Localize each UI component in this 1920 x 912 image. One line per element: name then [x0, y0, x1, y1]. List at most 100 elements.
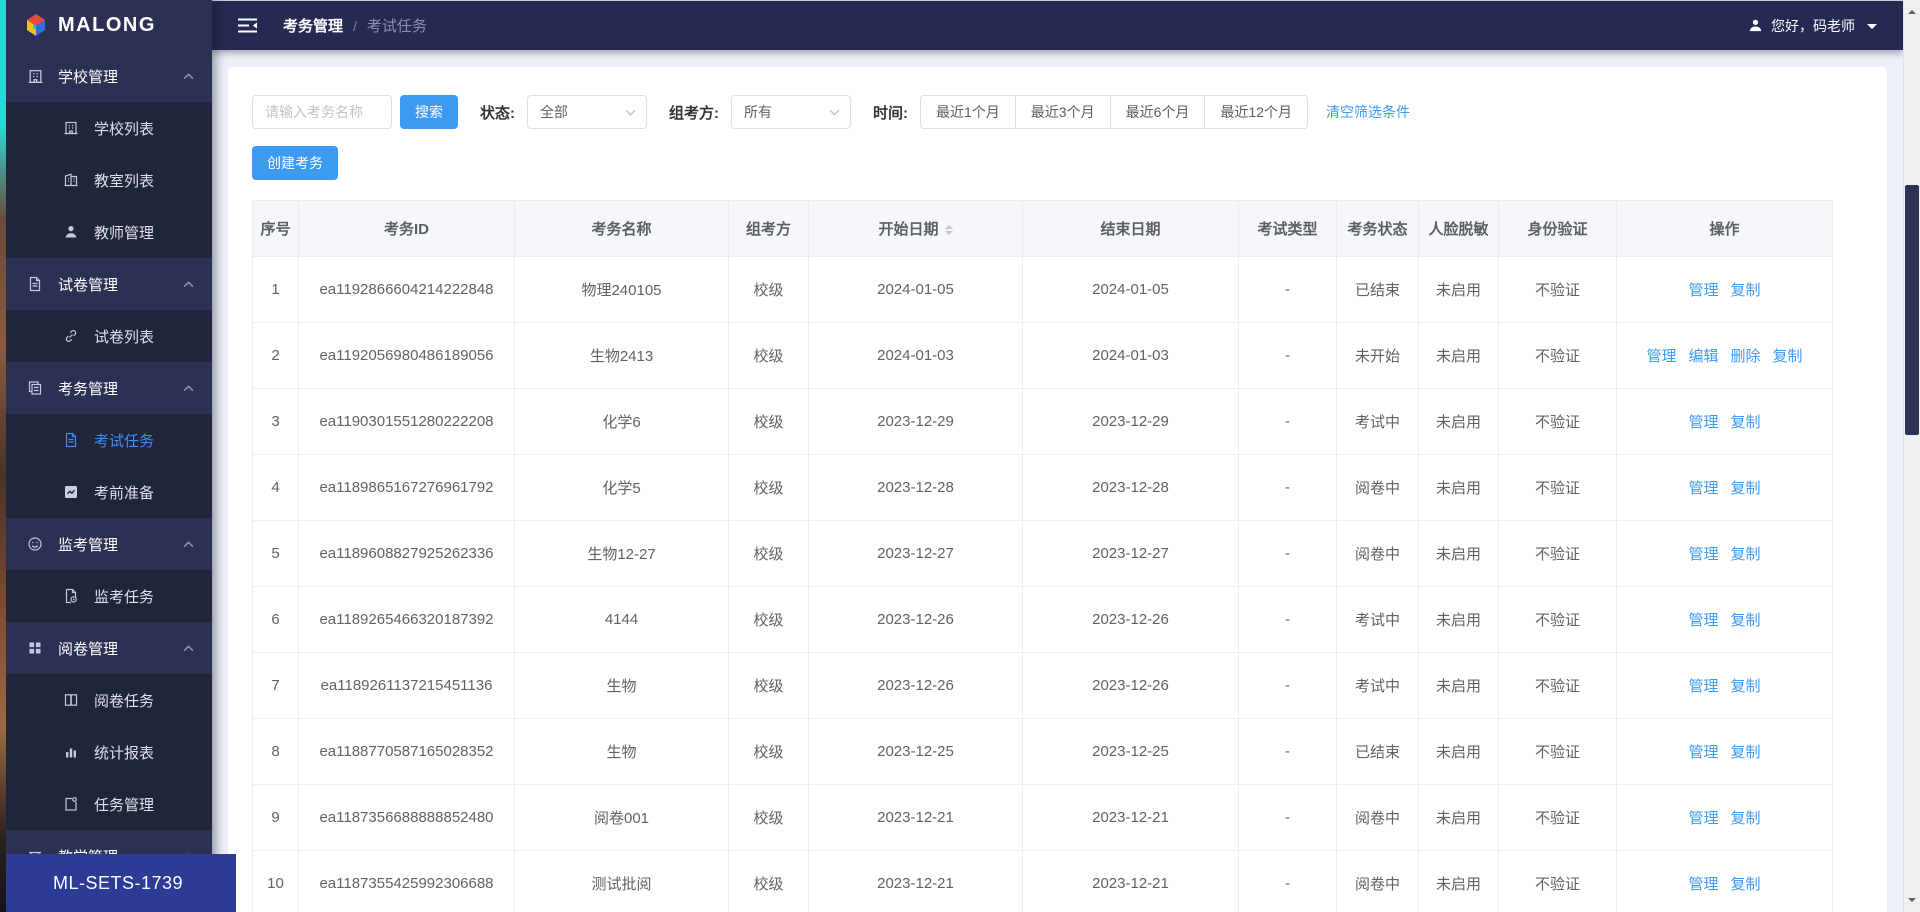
- column-header-exam-status: 考务状态: [1336, 200, 1419, 257]
- breadcrumb-section[interactable]: 考务管理: [283, 15, 343, 36]
- search-button[interactable]: 搜索: [400, 95, 458, 129]
- action-link[interactable]: 复制: [1731, 876, 1761, 893]
- action-link[interactable]: 管理: [1688, 876, 1718, 893]
- sidebar-item-paper-management[interactable]: 试卷管理: [0, 258, 212, 310]
- bar-chart-icon: [62, 743, 80, 761]
- cell-face-masking: 未启用: [1418, 520, 1499, 587]
- cell-actions: 管理 复制: [1616, 850, 1833, 912]
- cell-exam-type: -: [1238, 652, 1337, 719]
- cell-exam-name: 物理240105: [514, 256, 729, 323]
- user-menu[interactable]: 您好，码老师: [1748, 16, 1877, 36]
- sidebar-item-statistics-reports[interactable]: 统计报表: [0, 726, 212, 778]
- chevron-down-icon: [829, 109, 840, 116]
- column-header-identity-check: 身份验证: [1498, 200, 1617, 257]
- toolbar: 创建考务: [252, 146, 1863, 180]
- cell-exam-type: -: [1238, 520, 1337, 587]
- sidebar-item-label: 考试任务: [94, 432, 155, 450]
- cell-index: 9: [252, 784, 299, 851]
- sidebar-item-exam-preparation[interactable]: 考前准备: [0, 466, 212, 518]
- filter-bar: 搜索 状态: 全部 组考方: 所有 时间: 最近1个月 最近3个月 最近6个月 …: [252, 95, 1863, 129]
- action-link[interactable]: 编辑: [1688, 348, 1718, 365]
- action-link[interactable]: 复制: [1731, 810, 1761, 827]
- sidebar-item-label: 学校管理: [58, 68, 119, 86]
- table-row: 10 ea1187355425992306688 测试批阅 校级 2023-12…: [252, 850, 1833, 912]
- action-link[interactable]: 复制: [1731, 282, 1761, 299]
- cell-index: 4: [252, 454, 299, 521]
- column-header-exam-id: 考务ID: [298, 200, 515, 257]
- time-range-1month-button[interactable]: 最近1个月: [920, 95, 1016, 129]
- sidebar-item-school-management[interactable]: 学校管理: [0, 50, 212, 102]
- clipboard-icon: [62, 795, 80, 813]
- chevron-down-icon: [1867, 23, 1877, 34]
- cell-end-date: 2023-12-25: [1022, 718, 1239, 785]
- sidebar-item-classroom-list[interactable]: 教室列表: [0, 154, 212, 206]
- action-link[interactable]: 删除: [1731, 348, 1761, 365]
- time-range-3months-button[interactable]: 最近3个月: [1014, 95, 1111, 129]
- action-link[interactable]: 复制: [1731, 480, 1761, 497]
- cell-exam-id: ea1192866604214222848: [298, 256, 515, 323]
- create-exam-button[interactable]: 创建考务: [252, 146, 338, 180]
- action-link[interactable]: 复制: [1731, 678, 1761, 695]
- column-header-start-date[interactable]: 开始日期: [808, 200, 1023, 257]
- sidebar-item-teacher-management[interactable]: 教师管理: [0, 206, 212, 258]
- exam-name-search-input[interactable]: [252, 95, 392, 129]
- action-link[interactable]: 管理: [1688, 282, 1718, 299]
- action-link[interactable]: 复制: [1731, 744, 1761, 761]
- person-icon: [62, 223, 80, 241]
- cell-exam-status: 阅卷中: [1336, 784, 1419, 851]
- cell-start-date: 2023-12-26: [808, 652, 1023, 719]
- scrollbar-thumb[interactable]: [1905, 185, 1919, 435]
- sort-icon[interactable]: [944, 221, 953, 239]
- sidebar-item-invigilation-tasks[interactable]: 监考任务: [0, 570, 212, 622]
- cell-face-masking: 未启用: [1418, 388, 1499, 455]
- cell-index: 7: [252, 652, 299, 719]
- action-link[interactable]: 复制: [1773, 348, 1803, 365]
- column-header-organizer: 组考方: [728, 200, 809, 257]
- cell-actions: 管理 复制: [1616, 652, 1833, 719]
- sidebar-item-exam-affairs-management[interactable]: 考务管理: [0, 362, 212, 414]
- sidebar-item-exam-tasks[interactable]: 考试任务: [0, 414, 212, 466]
- time-range-12months-button[interactable]: 最近12个月: [1204, 95, 1308, 129]
- organizer-select[interactable]: 所有: [731, 95, 851, 129]
- action-link[interactable]: 管理: [1688, 678, 1718, 695]
- status-select[interactable]: 全部: [527, 95, 647, 129]
- scrollbar-up-arrow-icon[interactable]: [1908, 6, 1916, 14]
- action-link[interactable]: 管理: [1688, 744, 1718, 761]
- action-link[interactable]: 复制: [1731, 612, 1761, 629]
- vertical-scrollbar[interactable]: [1903, 0, 1920, 912]
- cell-exam-status: 未开始: [1336, 322, 1419, 389]
- time-filter-label: 时间:: [873, 104, 908, 122]
- cell-start-date: 2024-01-03: [808, 322, 1023, 389]
- action-link[interactable]: 管理: [1688, 414, 1718, 431]
- organizer-filter-label: 组考方:: [669, 104, 719, 122]
- clear-filters-link[interactable]: 清空筛选条件: [1326, 102, 1410, 122]
- sidebar-item-label: 教师管理: [94, 224, 155, 242]
- collapse-sidebar-icon[interactable]: [238, 18, 257, 33]
- document-icon: [26, 275, 44, 293]
- sidebar-item-marking-tasks[interactable]: 阅卷任务: [0, 674, 212, 726]
- action-link[interactable]: 管理: [1688, 480, 1718, 497]
- sidebar-item-paper-list[interactable]: 试卷列表: [0, 310, 212, 362]
- action-link[interactable]: 复制: [1731, 414, 1761, 431]
- cell-face-masking: 未启用: [1418, 784, 1499, 851]
- cell-exam-name: 4144: [514, 586, 729, 653]
- action-link[interactable]: 管理: [1688, 546, 1718, 563]
- chevron-up-icon: [183, 280, 194, 288]
- cell-exam-name: 生物: [514, 652, 729, 719]
- table-row: 4 ea1189865167276961792 化学5 校级 2023-12-2…: [252, 454, 1833, 521]
- scrollbar-down-arrow-icon[interactable]: [1908, 898, 1916, 906]
- action-link[interactable]: 管理: [1688, 612, 1718, 629]
- cell-end-date: 2023-12-21: [1022, 784, 1239, 851]
- sidebar-item-task-management[interactable]: 任务管理: [0, 778, 212, 830]
- sidebar-item-marking-management[interactable]: 阅卷管理: [0, 622, 212, 674]
- sidebar-item-invigilation-management[interactable]: 监考管理: [0, 518, 212, 570]
- sidebar-item-label: 试卷管理: [58, 276, 119, 294]
- action-link[interactable]: 复制: [1731, 546, 1761, 563]
- malong-logo-icon: [24, 13, 48, 37]
- cell-organizer: 校级: [728, 520, 809, 587]
- sidebar-item-school-list[interactable]: 学校列表: [0, 102, 212, 154]
- table-row: 8 ea1188770587165028352 生物 校级 2023-12-25…: [252, 718, 1833, 785]
- action-link[interactable]: 管理: [1688, 810, 1718, 827]
- time-range-6months-button[interactable]: 最近6个月: [1109, 95, 1206, 129]
- action-link[interactable]: 管理: [1646, 348, 1676, 365]
